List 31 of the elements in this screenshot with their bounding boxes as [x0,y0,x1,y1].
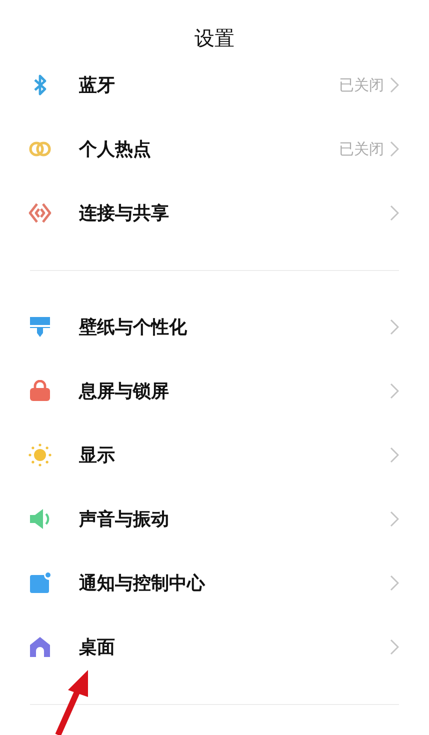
chevron-right-icon [390,511,399,527]
share-icon [28,202,52,224]
chevron-right-icon [390,205,399,221]
chevron-right-icon [390,141,399,157]
settings-item[interactable]: 蓝牙 [79,73,339,97]
sun-icon [28,443,52,467]
status-text: 已关闭 [339,76,384,94]
linked-rings-icon [28,141,52,157]
settings-item[interactable]: 个人热点 [79,137,339,161]
chevron-right-icon [390,319,399,335]
chevron-right-icon [390,383,399,399]
settings-item[interactable]: 桌面 [79,635,390,659]
chevron-right-icon [390,575,399,591]
chevron-right-icon [390,639,399,655]
settings-item[interactable]: 显示 [79,443,390,467]
annotation-arrow [55,670,88,735]
speaker-icon [28,508,52,530]
settings-item[interactable]: 息屏与锁屏 [79,379,390,403]
status-text: 已关闭 [339,140,384,158]
bluetooth-icon [33,74,47,96]
page-title: 设置 [194,25,234,52]
home-icon [29,636,51,658]
settings-item[interactable]: 壁纸与个性化 [79,315,390,339]
paint-roller-icon [29,316,51,338]
chevron-right-icon [390,447,399,463]
settings-item[interactable]: 通知与控制中心 [79,571,390,595]
settings-item[interactable]: 连接与共享 [79,201,390,225]
lock-icon [29,380,51,402]
chevron-right-icon [390,77,399,93]
settings-item[interactable]: 声音与振动 [79,507,390,531]
notification-icon [29,572,51,594]
